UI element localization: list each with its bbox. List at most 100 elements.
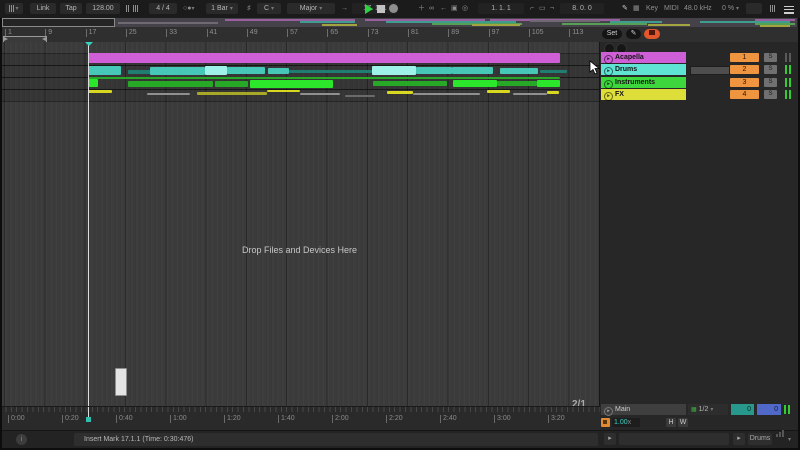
arrangement-canvas[interactable]: Drop Files and Devices Here xyxy=(0,42,600,406)
arrangement-clip[interactable] xyxy=(147,93,190,95)
session-record-icon[interactable]: ◎ xyxy=(462,3,468,14)
arrangement-clip[interactable] xyxy=(416,67,452,74)
computer-midi-keyboard-icon[interactable]: ▦ xyxy=(633,3,640,14)
arrangement-clip[interactable] xyxy=(487,90,510,93)
loop-switch-icon[interactable]: ▭ xyxy=(539,3,546,14)
cue-level-field[interactable]: 0 xyxy=(731,404,754,415)
arrangement-clip[interactable] xyxy=(88,66,121,75)
arrangement-overview[interactable] xyxy=(0,18,800,27)
time-signature-field[interactable]: 4 / 4 xyxy=(149,3,177,14)
scale-name-menu[interactable]: Major ▾ xyxy=(287,3,335,14)
capture-midi-icon[interactable]: ▣ xyxy=(451,3,458,14)
arrangement-clip[interactable] xyxy=(540,70,567,73)
draw-locator-pencil-icon[interactable]: ✎ xyxy=(626,29,641,39)
arrangement-clip[interactable] xyxy=(267,90,300,92)
arrangement-clip[interactable] xyxy=(197,92,267,95)
scale-root-menu[interactable]: C ▾ xyxy=(257,3,281,14)
arrangement-clip[interactable] xyxy=(88,77,560,79)
track-activator-button[interactable]: 2 xyxy=(730,65,759,74)
arrangement-clip[interactable] xyxy=(300,93,340,95)
loop-length-field[interactable]: 8. 0. 0 xyxy=(560,3,604,14)
arrangement-clip[interactable] xyxy=(497,81,537,86)
arrangement-clip[interactable] xyxy=(372,66,416,75)
midi-map-button[interactable]: MIDI xyxy=(664,3,679,14)
tap-tempo-button[interactable]: Tap xyxy=(60,3,82,14)
track-name[interactable]: ▸Acapella xyxy=(601,52,686,63)
quantization-menu[interactable]: 1 Bar ▾ xyxy=(206,3,238,14)
track-activator-button[interactable]: 4 xyxy=(730,90,759,99)
tempo-field[interactable]: 128.00 xyxy=(86,3,120,14)
selected-track-badge[interactable]: Drums xyxy=(748,433,772,445)
arrangement-clip[interactable] xyxy=(453,80,497,87)
track-unfold-icon[interactable]: ▸ xyxy=(604,67,613,76)
track-solo-button[interactable]: S xyxy=(764,78,777,87)
track-header-instruments[interactable]: ▸Instruments 3S xyxy=(600,77,800,88)
arrangement-clip[interactable] xyxy=(413,93,480,95)
set-locator-button[interactable]: Set xyxy=(602,29,622,39)
unfold-icon[interactable]: ▸ xyxy=(604,407,613,416)
cpu-load-meter[interactable]: 0 % ▾ xyxy=(722,3,739,14)
arrangement-clip[interactable] xyxy=(547,91,559,94)
key-map-button[interactable]: Key xyxy=(646,3,658,14)
arrangement-clip[interactable] xyxy=(345,95,375,97)
track-header-drums[interactable]: ▸Drums 2S xyxy=(600,64,800,75)
track-unfold-icon[interactable]: ▸ xyxy=(604,92,613,101)
time-ruler[interactable]: 0:000:200:401:001:201:402:002:202:403:00… xyxy=(0,406,600,431)
info-view-icon[interactable]: i xyxy=(16,434,27,445)
arrangement-clip[interactable] xyxy=(268,68,289,74)
stop-button[interactable] xyxy=(377,5,385,13)
track-play-button[interactable]: ▸ xyxy=(733,433,745,445)
arrangement-clip[interactable] xyxy=(289,70,372,73)
reenable-automation-icon[interactable]: ← xyxy=(440,3,447,14)
track-name[interactable]: ▸Instruments xyxy=(601,77,686,88)
main-volume-field[interactable]: 0 xyxy=(757,404,781,415)
track-name[interactable]: ▸FX xyxy=(601,89,686,100)
insert-marker-icon[interactable] xyxy=(85,42,93,46)
arrangement-clip[interactable] xyxy=(500,68,538,74)
record-button[interactable] xyxy=(389,4,398,13)
track-solo-button[interactable]: S xyxy=(764,65,777,74)
scrollbar-thumb[interactable] xyxy=(115,368,127,396)
arrangement-clip[interactable] xyxy=(128,81,213,87)
arrangement-clip[interactable] xyxy=(387,91,413,94)
arrangement-clip[interactable] xyxy=(513,93,547,95)
beat-time-ruler[interactable]: 191725334149576573818997105113 Set ✎ xyxy=(0,27,800,43)
overview-viewport[interactable] xyxy=(2,18,115,27)
track-activator-button[interactable]: 3 xyxy=(730,78,759,87)
track-input-chooser[interactable] xyxy=(690,66,730,75)
track-header-fx[interactable]: ▸FX 4S xyxy=(600,89,800,100)
track-solo-button[interactable]: S xyxy=(764,90,777,99)
arrangement-clip[interactable] xyxy=(373,81,447,86)
arrangement-clip[interactable] xyxy=(537,80,560,87)
cue-out-chooser[interactable]: ▦ 1/2 ▾ xyxy=(688,404,728,415)
track-name[interactable]: ▸Drums xyxy=(601,64,686,75)
punch-in-icon[interactable]: ⌐ xyxy=(530,3,534,14)
overdub-icon[interactable]: ＋ xyxy=(418,3,425,14)
meter-menu-caret-icon[interactable]: ▾ xyxy=(788,436,791,443)
arrangement-clip[interactable] xyxy=(88,79,98,87)
arrangement-clip[interactable] xyxy=(227,67,265,74)
track-unfold-icon[interactable]: ▸ xyxy=(604,55,613,64)
arrangement-clip[interactable] xyxy=(205,66,227,75)
play-button[interactable] xyxy=(365,4,373,14)
arrangement-clip[interactable] xyxy=(250,80,333,88)
arrangement-clip[interactable] xyxy=(88,53,560,63)
arrangement-clip[interactable] xyxy=(452,67,493,74)
arrangement-clip[interactable] xyxy=(88,90,112,93)
optimize-height-button[interactable]: H xyxy=(666,418,676,427)
back-to-arrangement-button[interactable] xyxy=(644,29,660,39)
optimize-width-button[interactable]: W xyxy=(678,418,688,427)
main-track-name[interactable]: ▸Main xyxy=(601,404,686,415)
panel-toggle-icon[interactable] xyxy=(784,4,794,15)
automation-arm-icon[interactable]: ∞ xyxy=(429,3,434,14)
playback-speed-field[interactable]: 1.00x xyxy=(612,418,640,427)
track-header-acapella[interactable]: ▸Acapella1S xyxy=(600,52,800,63)
punch-out-icon[interactable]: ¬ xyxy=(550,3,554,14)
groove-amount-icon[interactable]: ○●▾ xyxy=(183,3,194,14)
track-unfold-icon[interactable]: ▸ xyxy=(604,80,613,89)
preview-play-button[interactable]: ▸ xyxy=(604,433,616,445)
arrangement-clip[interactable] xyxy=(150,67,205,75)
view-options-icon[interactable]: ▾ xyxy=(5,3,23,14)
draw-mode-icon[interactable]: ✎ xyxy=(622,3,628,14)
arrangement-clip[interactable] xyxy=(215,81,248,87)
